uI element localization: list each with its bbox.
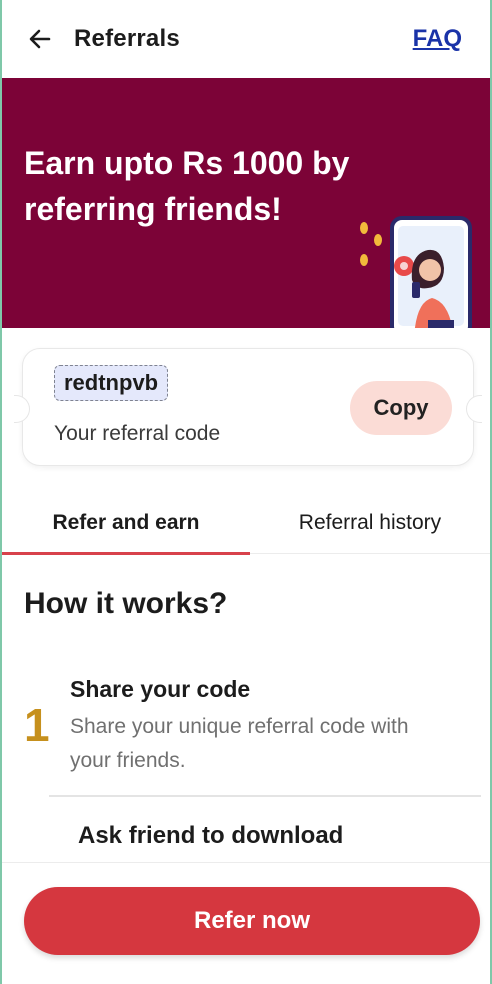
- tab-refer-and-earn[interactable]: Refer and earn: [2, 492, 250, 555]
- step-title: Share your code: [70, 676, 251, 702]
- referral-code: redtnpvb: [54, 365, 169, 401]
- step-title: Ask friend to download: [78, 822, 344, 849]
- copy-button[interactable]: Copy: [350, 381, 452, 435]
- promo-banner: Earn upto Rs 1000 by referring friends!: [2, 78, 490, 328]
- divider: [49, 795, 481, 797]
- top-bar: Referrals FAQ: [2, 0, 490, 78]
- banner-headline: Earn upto Rs 1000 by referring friends!: [24, 145, 350, 227]
- ticket-notch-right: [466, 395, 482, 423]
- refer-now-button[interactable]: Refer now: [24, 887, 480, 955]
- ticket-notch-left: [14, 395, 30, 423]
- woman-with-phone-illustration: [360, 216, 472, 328]
- tab-referral-history[interactable]: Referral history: [250, 492, 490, 553]
- referral-code-card: redtnpvb Your referral code Copy: [14, 348, 482, 466]
- app-frame: Referrals FAQ Earn upto Rs 1000 by refer…: [0, 0, 492, 984]
- arrow-left-icon[interactable]: [26, 25, 54, 53]
- tab-bar: Refer and earn Referral history: [2, 492, 490, 555]
- step-description: Share your unique referral code with you…: [70, 715, 409, 772]
- bottom-action-bar: Refer now: [2, 862, 490, 984]
- page-title: Referrals: [74, 25, 180, 52]
- faq-link[interactable]: FAQ: [413, 25, 462, 53]
- referral-code-caption: Your referral code: [54, 422, 221, 445]
- step-number: 1: [24, 699, 50, 751]
- section-title: How it works?: [24, 587, 228, 620]
